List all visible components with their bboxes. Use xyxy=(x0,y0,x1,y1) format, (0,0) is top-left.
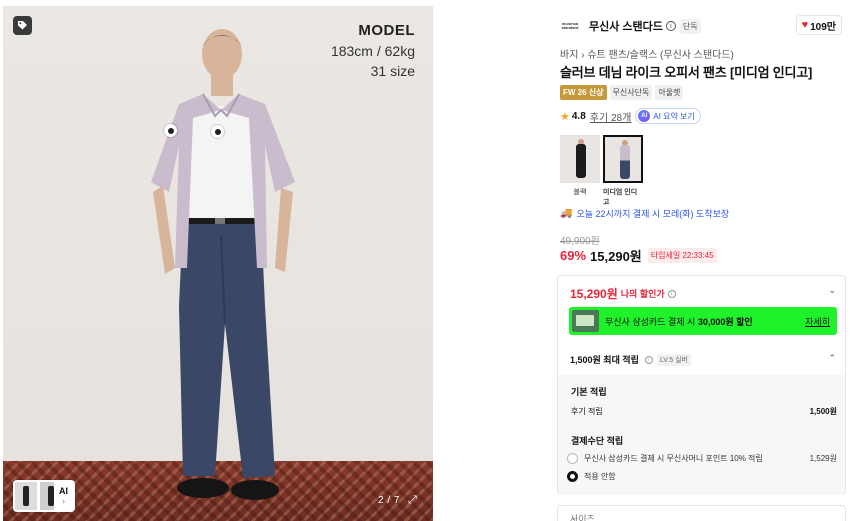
expand-icon[interactable]: ⤢ xyxy=(408,494,420,506)
image-counter: 2 / 7 xyxy=(378,495,400,506)
color-option-medium-indigo[interactable]: 미디엄 인디고 xyxy=(603,135,643,207)
chevron-right-icon: › xyxy=(62,495,65,506)
star-icon: ★ xyxy=(560,110,570,123)
my-price-label: 나의 할인가 xyxy=(620,289,665,299)
rating-row: ★ 4.8 후기 28개 AI AI 요약 보기 xyxy=(560,108,701,124)
model-info: MODEL 183cm / 62kg 31 size xyxy=(331,22,415,79)
color-label: 미디엄 인디고 xyxy=(603,189,638,206)
payment-points-title: 결제수단 적립 xyxy=(571,436,624,446)
price-row: 69% 15,290원 타임세일 22:33:45 xyxy=(560,246,717,265)
color-option-black[interactable]: 블랙 xyxy=(560,135,600,207)
thumbnail-image xyxy=(15,482,37,510)
card-details-link[interactable]: 자세히 xyxy=(805,315,830,328)
payment-option-label: 무신사 삼성카드 결제 시 무신사머니 포인트 10% 적립 xyxy=(584,454,763,463)
color-label: 블랙 xyxy=(573,189,587,196)
level-badge: LV.5 실버 xyxy=(656,353,692,366)
chevron-down-icon: ⌄ xyxy=(570,512,578,521)
breadcrumb-separator: › xyxy=(581,50,585,61)
review-points-label: 후기 적립 xyxy=(571,407,603,416)
info-icon[interactable]: i xyxy=(644,355,653,364)
original-price: 49,900원 xyxy=(560,236,600,247)
product-title: 슬러브 데님 라이크 오피서 팬츠 [미디엄 인디고] xyxy=(560,65,813,80)
tag-button[interactable] xyxy=(13,16,32,35)
brand-logo-line2: standard xyxy=(561,25,579,30)
brand-logo[interactable]: musinsa standard xyxy=(560,16,580,36)
benefit-box: 15,290원 나의 할인가 i ⌄ 무신사 삼성카드 결제 시 30,000원… xyxy=(557,275,846,495)
points-title: 1,500원 최대 적립 xyxy=(570,355,639,365)
truck-icon: 🚚 xyxy=(560,208,573,219)
card-discount-text: 무신사 삼성카드 결제 시 30,000원 할인 xyxy=(605,315,805,328)
exclusive-badge: 단독 xyxy=(679,18,701,34)
season-tag: FW 26 신상 xyxy=(560,85,607,100)
like-count: 109만 xyxy=(810,21,836,33)
breadcrumb: 바지 › 슈트 팬츠/슬랙스 (무신사 스탠다드) xyxy=(560,46,734,61)
product-info-panel: musinsa standard 무신사 스탠다드 i 단독 ♥ 109만 바지… xyxy=(552,0,850,521)
size-select[interactable]: 사이즈 ⌄ xyxy=(557,505,846,521)
brand-name[interactable]: 무신사 스탠다드 xyxy=(589,18,663,34)
outlet-tag: 아울렛 xyxy=(655,85,684,100)
color-swatch xyxy=(603,135,643,183)
model-info-size: 31 size xyxy=(370,63,415,79)
ai-icon: AI xyxy=(638,110,651,122)
payment-option-samsung-card[interactable]: 무신사 삼성카드 결제 시 무신사머니 포인트 10% 적립 1,529원 xyxy=(567,453,837,464)
product-tags: FW 26 신상 무신사단독 아울렛 xyxy=(560,85,684,100)
sale-price: 15,290원 xyxy=(590,249,642,264)
product-hotspot-2[interactable] xyxy=(211,125,224,138)
discount-rate: 69% xyxy=(560,248,587,263)
payment-option-label: 적용 안함 xyxy=(584,472,616,481)
basic-points-title: 기본 적립 xyxy=(571,387,607,397)
card-image xyxy=(572,310,599,332)
model-info-body: 183cm / 62kg xyxy=(330,43,415,59)
info-icon[interactable]: i xyxy=(665,21,676,31)
breadcrumb-item-category[interactable]: 바지 xyxy=(560,50,578,61)
product-hotspot-1[interactable] xyxy=(164,124,177,137)
ai-label: AI xyxy=(59,485,68,496)
like-button[interactable]: ♥ 109만 xyxy=(795,15,842,35)
model-info-title: MODEL xyxy=(358,22,415,39)
ai-summary-button[interactable]: AI AI 요약 보기 xyxy=(635,108,701,124)
ai-similar-thumbnails[interactable]: AI › xyxy=(13,480,75,512)
review-points-value: 1,500원 xyxy=(809,407,837,416)
brand-row: musinsa standard 무신사 스탠다드 i 단독 ♥ 109만 xyxy=(560,15,846,37)
info-icon[interactable]: i xyxy=(667,289,676,298)
heart-icon: ♥ xyxy=(801,19,809,31)
reviews-link[interactable]: 후기 28개 xyxy=(590,109,632,124)
points-header[interactable]: 1,500원 최대 적립 i LV.5 실버 xyxy=(570,353,692,366)
chevron-down-icon[interactable]: ⌄ xyxy=(828,285,836,296)
my-price-value: 15,290원 xyxy=(570,287,618,301)
payment-option-none[interactable]: 적용 안함 xyxy=(567,471,837,482)
card-text-prefix: 무신사 삼성카드 결제 시 xyxy=(605,316,698,327)
my-price-row[interactable]: 15,290원 나의 할인가 i xyxy=(570,285,676,302)
thumbnail-image xyxy=(40,482,54,510)
chevron-up-icon[interactable]: ⌃ xyxy=(828,353,836,364)
delivery-guarantee[interactable]: 🚚 오늘 22시까지 결제 시 모레(화) 도착보장 xyxy=(560,207,729,220)
timesale-badge: 타임세일 22:33:45 xyxy=(647,248,717,263)
model-photo xyxy=(151,29,295,500)
delivery-text: 오늘 22시까지 결제 시 모레(화) 도착보장 xyxy=(576,209,730,219)
radio-button[interactable] xyxy=(567,453,578,464)
rating-value: 4.8 xyxy=(571,110,586,122)
payment-option-value: 1,529원 xyxy=(809,454,837,463)
exclusive-tag: 무신사단독 xyxy=(609,85,653,100)
breadcrumb-item-subcategory[interactable]: 슈트 팬츠/슬랙스 (무신사 스탠다드) xyxy=(587,50,734,61)
radio-button-selected[interactable] xyxy=(567,471,578,482)
product-image-gallery[interactable]: MODEL 183cm / 62kg 31 size AI › 2 / 7 ⤢ xyxy=(3,6,433,521)
color-swatch xyxy=(560,135,600,183)
tag-icon xyxy=(18,21,27,30)
card-text-amount: 30,000원 할인 xyxy=(697,316,753,327)
points-details: 기본 적립 후기 적립 1,500원 결제수단 적립 무신사 삼성카드 결제 시… xyxy=(558,375,845,495)
card-discount-banner[interactable]: 무신사 삼성카드 결제 시 30,000원 할인 자세히 xyxy=(569,307,837,335)
color-options: 블랙 미디엄 인디고 xyxy=(560,135,643,207)
ai-summary-label: AI 요약 보기 xyxy=(653,111,695,121)
review-points-row: 후기 적립 1,500원 xyxy=(571,406,837,417)
